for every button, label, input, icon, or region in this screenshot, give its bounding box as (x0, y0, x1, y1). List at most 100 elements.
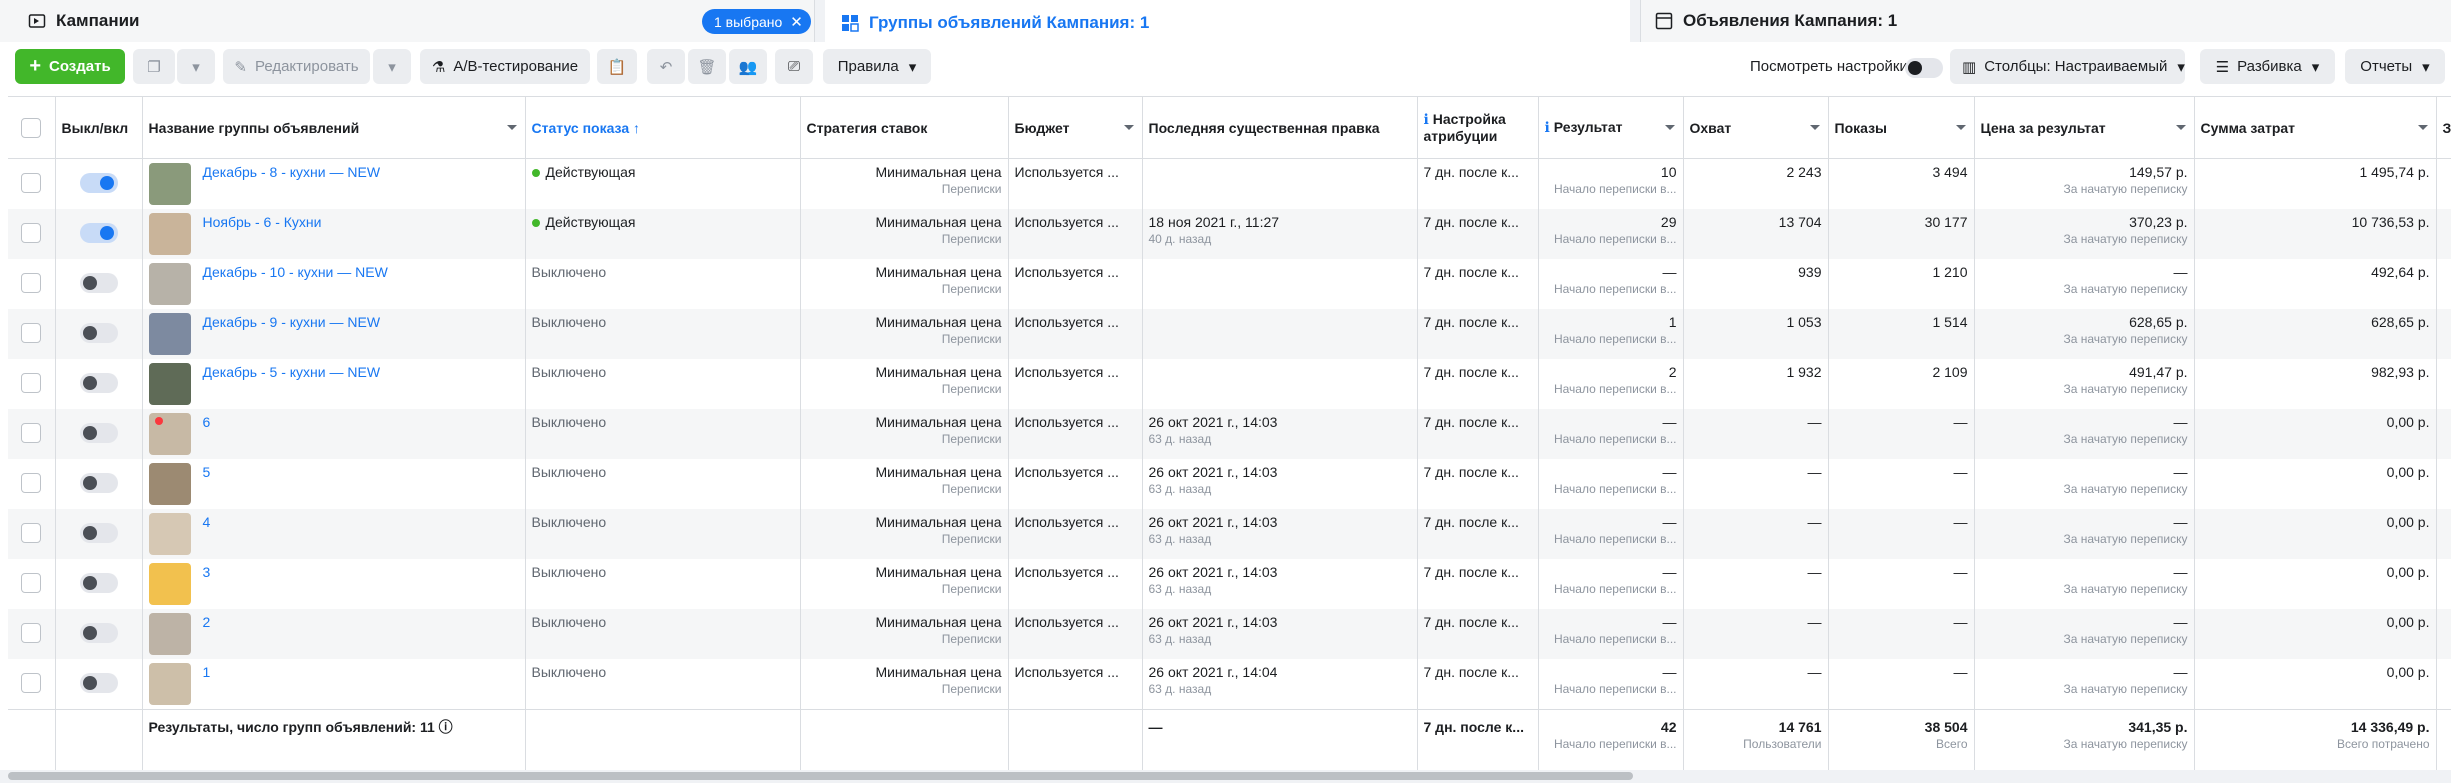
budget-text: Используется ... (1014, 464, 1119, 480)
adset-name-link[interactable]: 6 (203, 414, 211, 430)
row-checkbox[interactable] (21, 673, 42, 693)
rules-button[interactable]: Правила ▾ (823, 49, 931, 84)
preview-button[interactable]: ⎚ (775, 49, 813, 84)
col-status[interactable]: Статус показа ↑ (525, 96, 801, 159)
row-checkbox[interactable] (21, 573, 42, 593)
clipboard-button[interactable]: 📋 (597, 49, 637, 84)
adset-toggle[interactable] (79, 573, 118, 593)
row-checkbox[interactable] (21, 473, 42, 493)
duplicate-dropdown-button[interactable]: ▾ (177, 49, 215, 84)
adset-toggle[interactable] (79, 423, 118, 443)
table-row[interactable]: 2 Выключено Минимальная цена Переписки Испол… (8, 609, 2451, 659)
row-spend-cell: 0,00 р. (2194, 609, 2437, 659)
col-cpr[interactable]: Цена за результат (1974, 96, 2195, 159)
bid-strategy: Минимальная цена (875, 164, 1002, 180)
audience-button[interactable]: 👥 (729, 49, 767, 84)
adset-toggle[interactable] (79, 523, 118, 543)
table-row[interactable]: 3 Выключено Минимальная цена Переписки Испол… (8, 559, 2451, 609)
tab-campaigns[interactable]: Кампании (0, 0, 815, 42)
table-row[interactable]: Ноябрь - 6 - Кухни Действующая Минимальная… (8, 209, 2451, 259)
col-bid[interactable]: Стратегия ставок (800, 96, 1009, 159)
table-row[interactable]: 4 Выключено Минимальная цена Переписки Испол… (8, 509, 2451, 559)
select-all-checkbox[interactable] (21, 117, 42, 138)
last-edit-date: 26 окт 2021 г., 14:04 (1148, 664, 1278, 680)
adset-name-link[interactable]: Декабрь - 5 - кухни — NEW (203, 364, 381, 380)
adset-name-link[interactable]: Декабрь - 10 - кухни — NEW (203, 264, 388, 280)
tab-adsets[interactable]: Группы объявлений Кампания: 1 (825, 0, 1630, 42)
attribution-text: 7 дн. после к... (1423, 214, 1519, 230)
reports-button[interactable]: Отчеты ▾ (2345, 49, 2445, 84)
col-toggle[interactable]: Выкл/вкл (55, 96, 143, 159)
col-result[interactable]: ℹ Результат (1538, 96, 1684, 159)
adset-name-link[interactable]: 3 (203, 564, 211, 580)
table-row[interactable]: 6 Выключено Минимальная цена Переписки Испол… (8, 409, 2451, 459)
selected-filter-pill[interactable]: 1 выбрано ✕ (702, 9, 811, 34)
adset-name-link[interactable]: 2 (203, 614, 211, 630)
table-row[interactable]: 5 Выключено Минимальная цена Переписки Испол… (8, 459, 2451, 509)
col-last-edit[interactable]: Последняя существенная правка (1142, 96, 1418, 159)
cpr-value: 491,47 р. (2129, 364, 2188, 380)
total-cell-empty (1008, 709, 1143, 776)
adset-toggle[interactable] (79, 323, 118, 343)
table-row[interactable]: Декабрь - 9 - кухни — NEW Выключено Минима… (8, 309, 2451, 359)
ab-test-button[interactable]: ⚗ A/B-тестирование (420, 49, 590, 84)
delete-button[interactable]: 🗑 (688, 49, 726, 84)
last-edit-ago: 63 д. назад (1148, 682, 1212, 696)
table-row[interactable]: 1 Выключено Минимальная цена Переписки Испол… (8, 659, 2451, 710)
row-status-cell: Выключено (525, 259, 801, 309)
adset-name-link[interactable]: 5 (203, 464, 211, 480)
adset-thumbnail (148, 363, 191, 405)
adset-toggle[interactable] (79, 223, 118, 243)
budget-text: Используется ... (1014, 314, 1119, 330)
adset-toggle[interactable] (79, 173, 118, 193)
adset-toggle[interactable] (79, 273, 118, 293)
cpr-sub: За начатую переписку (2063, 382, 2188, 396)
total-attr-cell: 7 дн. после к... (1417, 709, 1539, 776)
adset-name-link[interactable]: Ноябрь - 6 - Кухни (203, 214, 322, 230)
duplicate-button[interactable]: ❐ (133, 49, 175, 84)
row-reach-cell: — (1683, 459, 1829, 509)
close-icon[interactable]: ✕ (790, 13, 803, 31)
row-checkbox[interactable] (21, 273, 42, 293)
adset-name-link[interactable]: 1 (203, 664, 211, 680)
row-impr-cell: 1 210 (1828, 259, 1975, 309)
columns-button[interactable]: ▥ Столбцы: Настраиваемый ▾ (1950, 49, 2185, 84)
adset-toggle[interactable] (79, 623, 118, 643)
bid-strategy-sub: Переписки (941, 432, 1002, 446)
col-name[interactable]: Название группы объявлений (142, 96, 526, 159)
row-checkbox[interactable] (21, 423, 42, 443)
adset-toggle[interactable] (79, 673, 118, 693)
edit-button[interactable]: ✎ Редактировать (223, 49, 370, 84)
row-checkbox[interactable] (21, 523, 42, 543)
col-impressions[interactable]: Показы (1828, 96, 1975, 159)
col-more[interactable]: З (2436, 96, 2451, 159)
adset-toggle[interactable] (79, 473, 118, 493)
edit-dropdown-button[interactable]: ▾ (373, 49, 411, 84)
create-button[interactable]: + Создать (15, 49, 125, 84)
row-checkbox[interactable] (21, 173, 42, 193)
col-budget[interactable]: Бюджет (1008, 96, 1143, 159)
grid-icon (841, 14, 859, 32)
view-settings-toggle[interactable] (1905, 58, 1943, 78)
row-checkbox[interactable] (21, 223, 42, 243)
impressions-value: — (1953, 514, 1968, 530)
row-spend-cell: 0,00 р. (2194, 559, 2437, 609)
table-row[interactable]: Декабрь - 10 - кухни — NEW Выключено Миним… (8, 259, 2451, 309)
row-checkbox[interactable] (21, 373, 42, 393)
col-reach[interactable]: Охват (1683, 96, 1829, 159)
table-row[interactable]: Декабрь - 8 - кухни — NEW Действующая Мини… (8, 158, 2451, 209)
row-checkbox[interactable] (21, 323, 42, 343)
table-row[interactable]: Декабрь - 5 - кухни — NEW Выключено Минима… (8, 359, 2451, 409)
col-attribution[interactable]: ℹ Настройка атрибуции (1417, 96, 1539, 159)
chevron-down-icon (1809, 125, 1820, 135)
tab-ads[interactable]: Объявления Кампания: 1 (1640, 0, 2451, 42)
row-checkbox[interactable] (21, 623, 42, 643)
breakdown-button[interactable]: ☰ Разбивка ▾ (2200, 49, 2335, 84)
adset-toggle[interactable] (79, 373, 118, 393)
adset-name-link[interactable]: Декабрь - 9 - кухни — NEW (203, 314, 381, 330)
adset-name-link[interactable]: 4 (203, 514, 211, 530)
undo-button[interactable]: ↶ (647, 49, 685, 84)
adset-name-link[interactable]: Декабрь - 8 - кухни — NEW (203, 164, 381, 180)
col-spend[interactable]: Сумма затрат (2194, 96, 2437, 159)
horizontal-scrollbar-thumb[interactable] (8, 772, 1633, 780)
